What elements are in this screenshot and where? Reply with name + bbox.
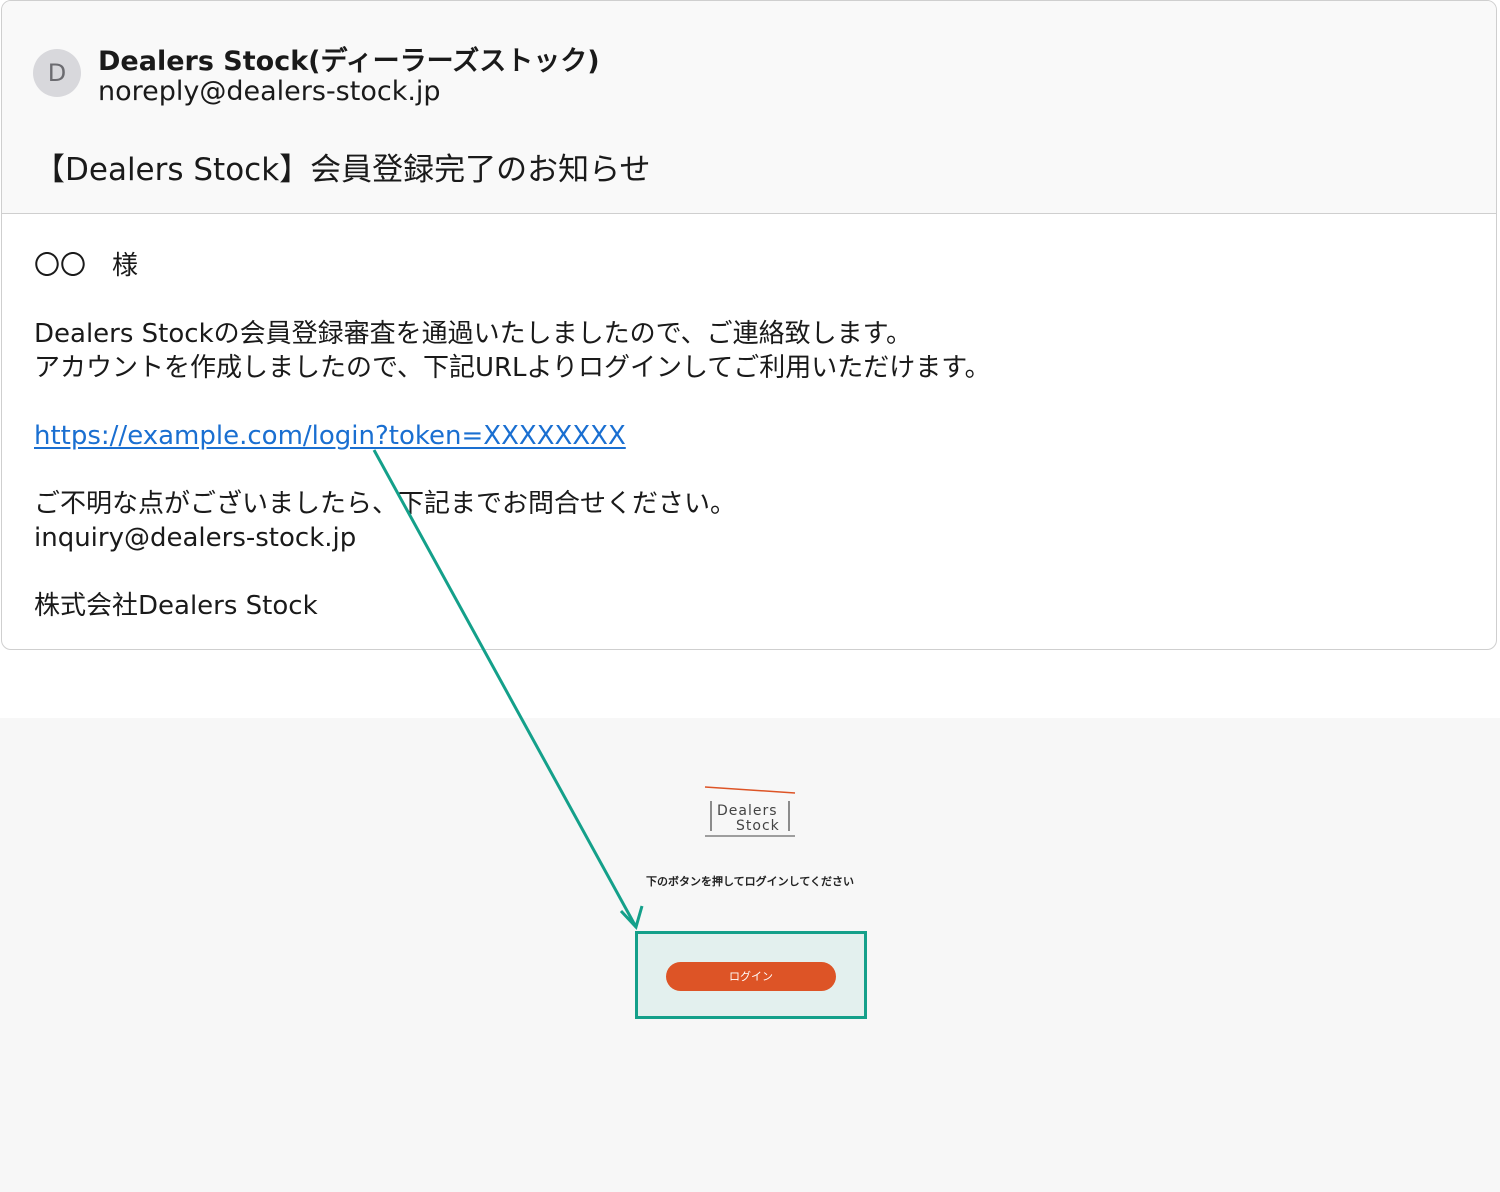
sender-name: Dealers Stock(ディーラーズストック) (98, 46, 600, 77)
body-line-1: Dealers Stockの会員登録審査を通過いたしましたので、ご連絡致します。 (34, 319, 912, 349)
email-header: D Dealers Stock(ディーラーズストック) noreply@deal… (2, 1, 1496, 214)
login-page-preview: Dealers Stock 下のボタンを押してログインしてください ログイン (0, 718, 1500, 1192)
login-button[interactable]: ログイン (666, 962, 836, 991)
sender-avatar: D (33, 49, 81, 97)
logo-text-stock: Stock (736, 818, 780, 834)
email-body: 〇〇 様 Dealers Stockの会員登録審査を通過いたしましたので、ご連絡… (34, 249, 1434, 623)
login-button-highlight: ログイン (635, 931, 867, 1019)
sender-email: noreply@dealers-stock.jp (98, 76, 441, 107)
logo-text-dealers: Dealers (717, 803, 778, 819)
dealers-stock-logo: Dealers Stock (704, 786, 796, 837)
inquiry-email: inquiry@dealers-stock.jp (34, 523, 357, 553)
signature: 株式会社Dealers Stock (34, 591, 318, 621)
login-instruction: 下のボタンを押してログインしてください (645, 875, 854, 888)
inquiry-line: ご不明な点がございましたら、下記までお問合せください。 (34, 489, 737, 519)
body-line-2: アカウントを作成しましたので、下記URLよりログインしてご利用いただけます。 (34, 353, 991, 383)
email-card: D Dealers Stock(ディーラーズストック) noreply@deal… (1, 0, 1497, 650)
login-url-link[interactable]: https://example.com/login?token=XXXXXXXX (34, 421, 626, 451)
salutation: 〇〇 様 (34, 251, 139, 281)
email-subject: 【Dealers Stock】会員登録完了のお知らせ (34, 152, 651, 188)
page: D Dealers Stock(ディーラーズストック) noreply@deal… (0, 0, 1500, 1192)
